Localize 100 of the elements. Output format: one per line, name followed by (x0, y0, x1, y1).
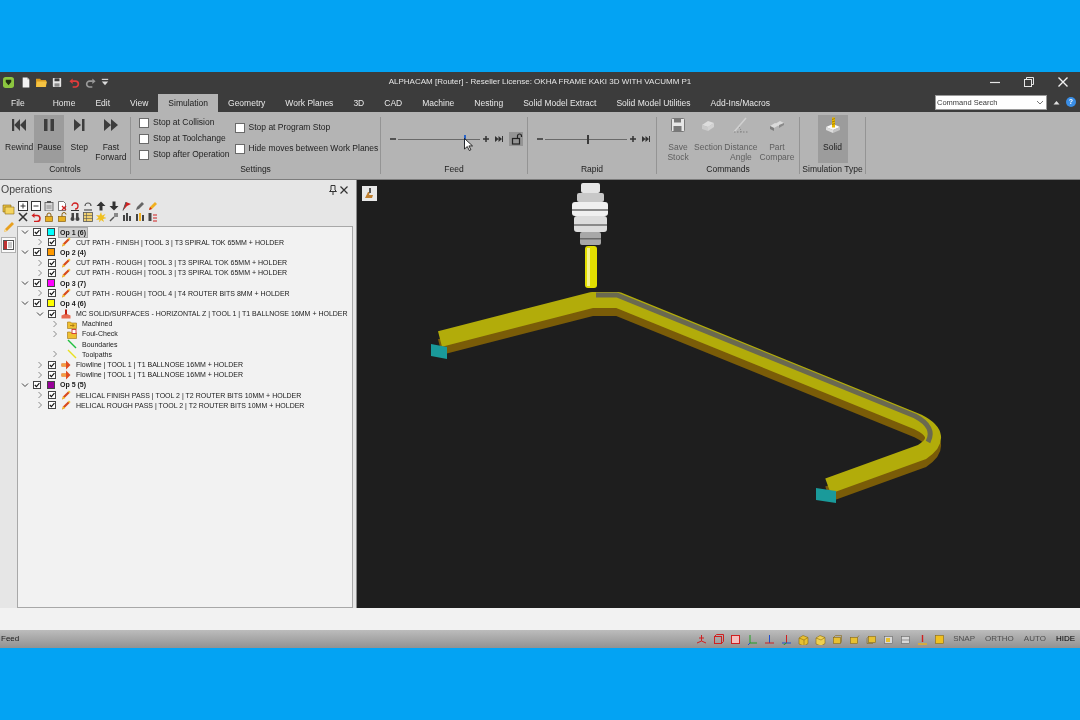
checkbox[interactable] (48, 391, 56, 400)
ribbon-group-label: Simulation Type (802, 163, 863, 175)
checkbox[interactable] (139, 149, 149, 160)
undo-icon[interactable] (31, 212, 41, 223)
expand-all-icon[interactable] (18, 200, 28, 211)
status-toggle[interactable]: SNAP (948, 633, 981, 645)
new-document-icon[interactable] (21, 76, 31, 88)
fast-forward-icon (102, 117, 119, 133)
checkbox[interactable] (33, 299, 41, 308)
arrow-up-icon[interactable] (96, 200, 106, 211)
pencil-icon[interactable] (135, 200, 145, 211)
delete-icon[interactable] (18, 212, 28, 223)
close-icon[interactable] (340, 186, 348, 194)
ribbon-button[interactable]: Fast Forward (94, 115, 128, 163)
redo-icon[interactable] (85, 76, 96, 88)
menu-tab[interactable]: CAD (374, 94, 413, 112)
plus-icon[interactable] (630, 136, 636, 142)
checkbox[interactable] (139, 133, 149, 144)
hammer-icon[interactable] (109, 212, 119, 223)
app-logo-icon[interactable] (3, 76, 14, 88)
slider-thumb[interactable] (586, 134, 589, 144)
checkbox[interactable] (48, 401, 56, 410)
slider-track[interactable] (545, 134, 627, 144)
checkbox[interactable] (48, 258, 56, 267)
menu-tab[interactable]: Work Planes (275, 94, 344, 112)
menu-tab[interactable]: Machine (412, 94, 465, 112)
binoculars-icon[interactable] (70, 212, 80, 223)
tool-in-block-icon (824, 117, 841, 133)
bars-icon[interactable] (135, 212, 145, 223)
padlock-icon[interactable] (509, 132, 523, 146)
checkbox[interactable] (33, 248, 41, 257)
flag-icon[interactable] (122, 200, 132, 211)
arrow-icon (61, 369, 71, 380)
hook-icon[interactable] (70, 200, 80, 211)
axis-icon[interactable] (764, 633, 776, 645)
status-toggle[interactable]: AUTO (1018, 633, 1051, 645)
checkbox-label: Stop at Toolchange (153, 133, 226, 144)
collapse-ribbon-icon[interactable] (1053, 99, 1060, 105)
ribbon-button[interactable]: Pause (34, 115, 65, 163)
menu-tab[interactable]: Solid Model Extract (513, 94, 607, 112)
checkbox[interactable] (48, 268, 56, 277)
bars-icon[interactable] (122, 212, 132, 223)
view-tool-icon[interactable] (362, 186, 377, 201)
menu-tab[interactable]: View (120, 94, 159, 112)
checkbox[interactable] (234, 143, 245, 154)
wireframe-cube-icon[interactable] (713, 633, 725, 645)
checkbox[interactable] (48, 360, 56, 369)
checkbox[interactable] (33, 279, 41, 288)
checkbox[interactable] (139, 117, 149, 128)
menu-tab[interactable]: File (1, 94, 35, 112)
table-icon[interactable] (83, 212, 93, 223)
3d-viewport[interactable] (357, 180, 1080, 608)
menu-tab[interactable]: Add-Ins/Macros (700, 94, 781, 112)
axis-icon[interactable] (696, 633, 708, 645)
ribbon-button[interactable]: Solid (817, 115, 848, 163)
checkbox[interactable] (48, 309, 56, 318)
restore-icon[interactable] (1024, 77, 1034, 87)
status-toggle[interactable]: HIDE (1050, 633, 1080, 645)
checkbox[interactable] (33, 380, 41, 389)
customize-menu-icon[interactable] (101, 78, 109, 86)
menu-tab[interactable]: 3D (343, 94, 375, 112)
checkbox[interactable] (48, 238, 56, 247)
menu-tab[interactable]: Simulation (158, 94, 218, 112)
collapse-all-icon[interactable] (31, 200, 41, 211)
undo-icon[interactable] (69, 76, 80, 88)
menu-tab[interactable]: Edit (85, 94, 121, 112)
checkbox[interactable] (48, 370, 56, 379)
minus-icon[interactable] (537, 136, 543, 142)
dropdown-chevron-icon[interactable] (1036, 98, 1044, 106)
pin-icon[interactable] (329, 185, 337, 195)
clipboard-icon[interactable] (44, 200, 54, 211)
delete-document-icon[interactable] (57, 200, 67, 211)
menu-tab[interactable]: Geometry (218, 94, 276, 112)
skip-to-end-icon[interactable] (642, 135, 650, 143)
axis-icon[interactable] (917, 633, 929, 645)
checkbox[interactable] (234, 122, 245, 133)
menu-tab[interactable]: Home (42, 94, 86, 112)
axis-icon[interactable] (781, 633, 793, 645)
checkbox[interactable] (48, 289, 56, 298)
ribbon-button[interactable]: Step (64, 115, 95, 163)
ribbon-button[interactable]: Rewind (4, 115, 35, 163)
skip-to-end-icon[interactable] (495, 135, 503, 143)
cube-icon[interactable] (883, 633, 895, 645)
plus-icon[interactable] (483, 136, 489, 142)
arrow-down-icon[interactable] (109, 200, 119, 211)
save-icon[interactable] (52, 76, 62, 88)
frame-icon[interactable] (730, 633, 742, 645)
menu-tab[interactable]: Solid Model Utilities (606, 94, 701, 112)
open-folder-icon[interactable] (36, 76, 47, 88)
pencil-icon (61, 288, 71, 299)
unlock-icon[interactable] (57, 212, 67, 223)
arc-icon[interactable] (83, 200, 93, 211)
minus-icon[interactable] (390, 136, 396, 142)
checkbox[interactable] (33, 228, 41, 237)
list-icon[interactable] (148, 212, 158, 223)
folder-icon (67, 318, 77, 329)
status-toggle[interactable]: ORTHO (980, 633, 1019, 645)
menu-tab[interactable]: Nesting (464, 94, 514, 112)
list-panel-icon[interactable] (1, 237, 16, 253)
cube-icon[interactable] (900, 633, 912, 645)
